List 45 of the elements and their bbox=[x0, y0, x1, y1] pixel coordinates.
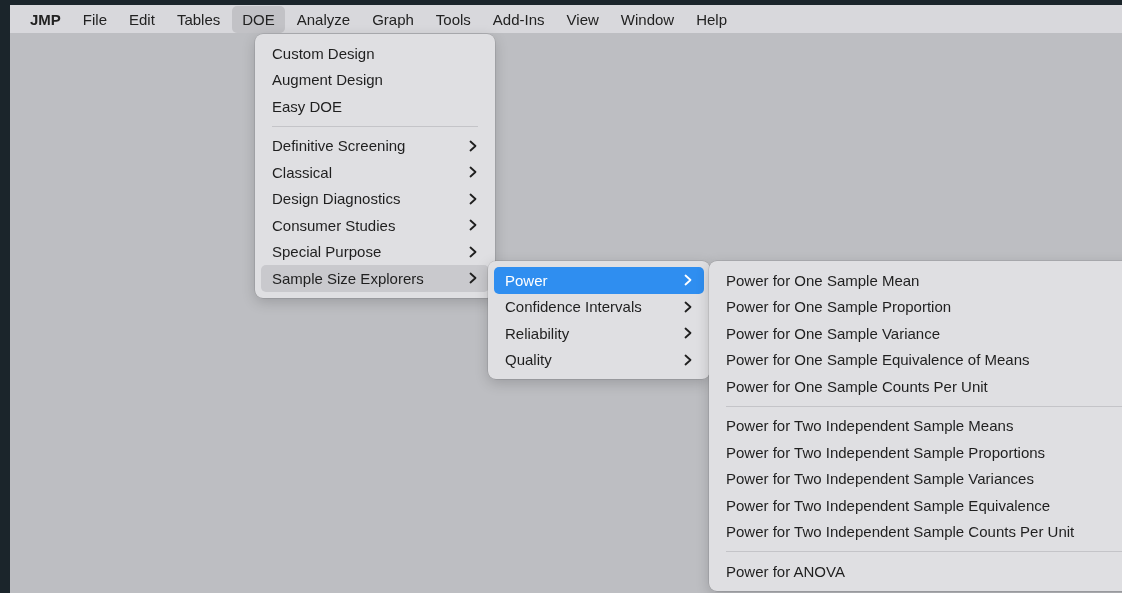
menu-item[interactable]: Easy DOE bbox=[261, 93, 489, 120]
menu-bar-item[interactable]: Help bbox=[686, 5, 738, 33]
menu-item[interactable]: Power for One Sample Proportion bbox=[715, 293, 1122, 320]
menu-item[interactable]: Power for Two Independent Sample Equivalence bbox=[715, 492, 1122, 519]
menu-item[interactable]: Sample Size Explorers bbox=[261, 265, 489, 292]
menu-bar-item[interactable]: Tools bbox=[425, 5, 481, 33]
menu-item[interactable]: Quality bbox=[494, 346, 704, 373]
menu-item[interactable]: Augment Design bbox=[261, 66, 489, 93]
chevron-icon bbox=[469, 245, 477, 258]
menu-bar-item[interactable]: View bbox=[556, 5, 609, 33]
chevron-icon bbox=[469, 272, 477, 285]
menu-item[interactable]: Power for Two Independent Sample Variances bbox=[715, 465, 1122, 492]
menu-item[interactable]: Special Purpose bbox=[261, 238, 489, 265]
menu-item[interactable]: Power for Two Independent Sample Means bbox=[715, 412, 1122, 439]
menu-bar-item[interactable]: Window bbox=[610, 5, 685, 33]
menu-bar-item[interactable]: Analyze bbox=[286, 5, 361, 33]
menu-item[interactable]: Design Diagnostics bbox=[261, 185, 489, 212]
menu-bar-item[interactable]: Graph bbox=[362, 5, 424, 33]
menu-item[interactable]: Custom Design bbox=[261, 40, 489, 67]
menu-item[interactable]: Definitive Screening bbox=[261, 132, 489, 159]
chevron-icon bbox=[469, 166, 477, 179]
menu-bar-item[interactable]: Add-Ins bbox=[482, 5, 555, 33]
menu-item[interactable]: Power for Two Independent Sample Proportions bbox=[715, 439, 1122, 466]
chevron-icon bbox=[684, 300, 692, 313]
menu-item[interactable]: Power for Two Independent Sample Counts Per Unit bbox=[715, 518, 1122, 545]
chevron-icon bbox=[684, 327, 692, 340]
menu-item[interactable]: Power for One Sample Mean bbox=[715, 267, 1122, 294]
menu-item[interactable]: Power for One Sample Counts Per Unit bbox=[715, 373, 1122, 400]
menu-bar-item[interactable]: DOE bbox=[232, 5, 285, 33]
menu-item[interactable]: Classical bbox=[261, 159, 489, 186]
menu-item[interactable]: Power for One Sample Variance bbox=[715, 320, 1122, 347]
menu-item[interactable]: Power for ANOVA bbox=[715, 558, 1122, 585]
menu-item[interactable]: Reliability bbox=[494, 320, 704, 347]
menu-bar-item[interactable]: JMP bbox=[20, 5, 71, 33]
chevron-icon bbox=[684, 353, 692, 366]
chevron-icon bbox=[469, 192, 477, 205]
menu-bar-item[interactable]: Tables bbox=[166, 5, 231, 33]
chevron-icon bbox=[469, 139, 477, 152]
menu-bar-item[interactable]: File bbox=[72, 5, 117, 33]
menu-item[interactable]: Power for One Sample Equivalence of Means bbox=[715, 346, 1122, 373]
menu-bar-item[interactable]: Edit bbox=[119, 5, 165, 33]
chevron-icon bbox=[469, 219, 477, 232]
menu-item[interactable]: Consumer Studies bbox=[261, 212, 489, 239]
chevron-icon bbox=[684, 274, 692, 287]
menu-item[interactable]: Confidence Intervals bbox=[494, 293, 704, 320]
